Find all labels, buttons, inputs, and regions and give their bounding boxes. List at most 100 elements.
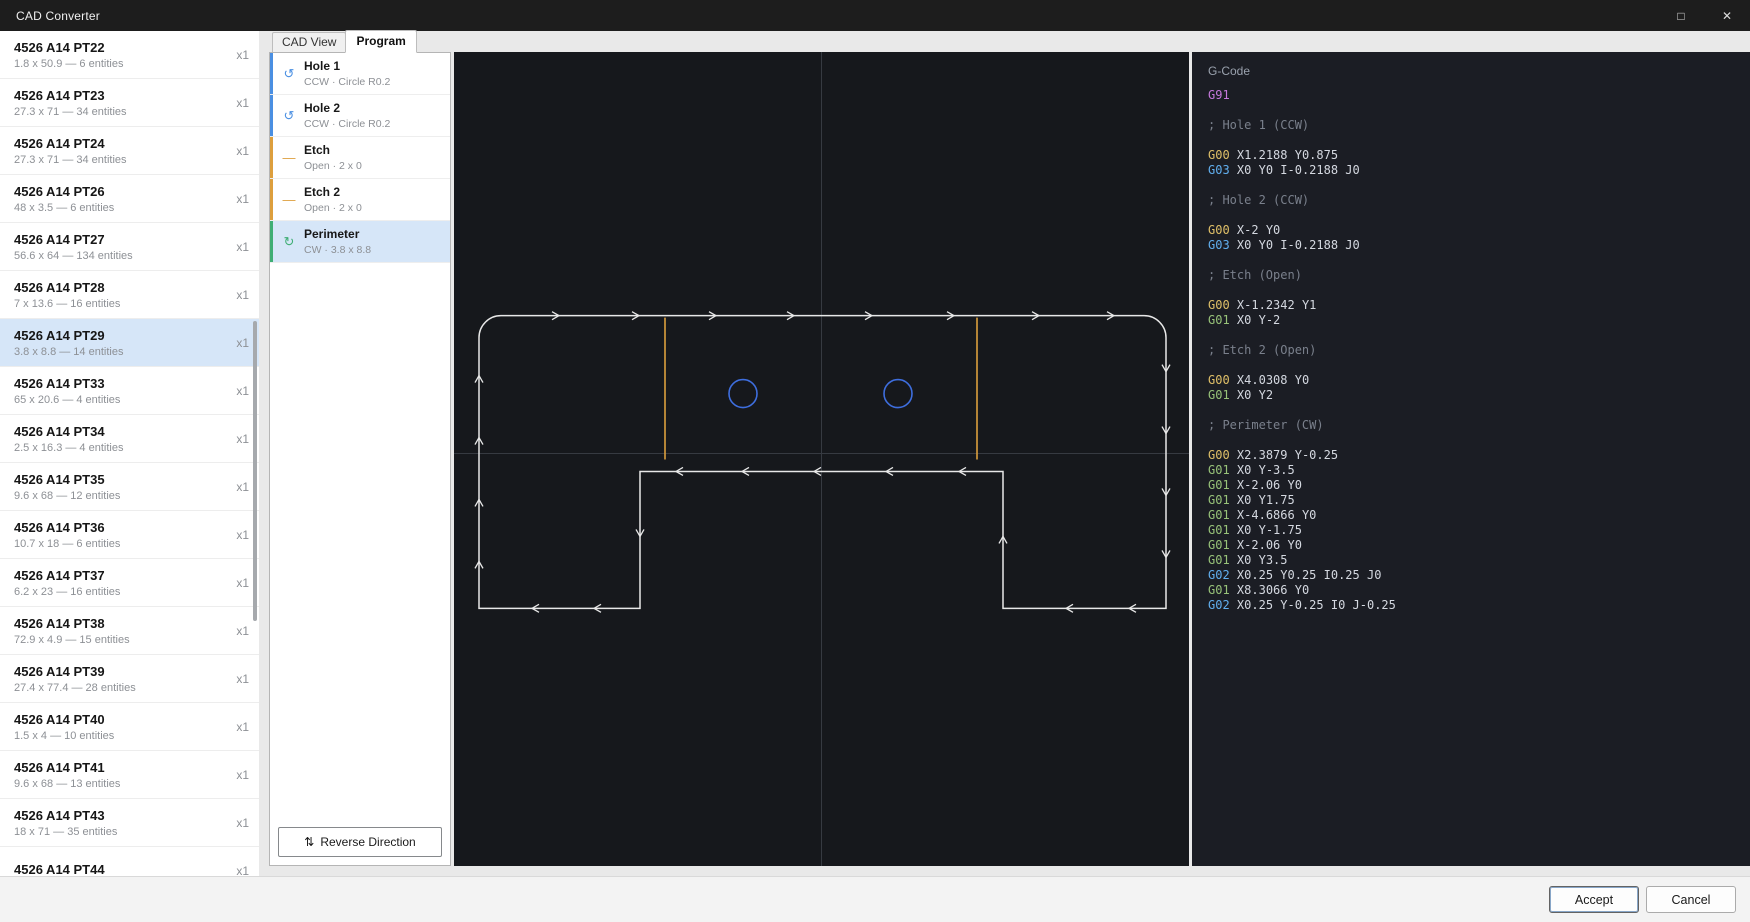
operation-detail: CCW · Circle R0.2 <box>304 76 390 88</box>
gcode-line: ; Hole 1 (CCW) <box>1208 118 1734 133</box>
gcode-line: G01 X-2.06 Y0 <box>1208 478 1734 493</box>
part-item[interactable]: 4526 A14 PT29 3.8 x 8.8 — 14 entities x1 <box>0 319 259 367</box>
part-item[interactable]: 4526 A14 PT359.6 x 68 — 12 entitiesx1 <box>0 463 259 511</box>
gcode-line <box>1208 178 1734 193</box>
part-name: 4526 A14 PT29 <box>14 328 228 343</box>
part-item[interactable]: 4526 A14 PT3610.7 x 18 — 6 entitiesx1 <box>0 511 259 559</box>
gcode-line: G00 X-2 Y0 <box>1208 223 1734 238</box>
gcode-line: ; Hole 2 (CCW) <box>1208 193 1734 208</box>
gcode-lines: G91 ; Hole 1 (CCW) G00 X1.2188 Y0.875G03… <box>1208 88 1734 613</box>
part-detail: 27.3 x 71 — 34 entities <box>14 106 228 118</box>
operation-item[interactable]: ↺Hole 2CCW · Circle R0.2 <box>270 95 450 137</box>
window-controls: □ ✕ <box>1658 0 1750 31</box>
gcode-line: G00 X-1.2342 Y1 <box>1208 298 1734 313</box>
part-item[interactable]: 4526 A14 PT376.2 x 23 — 16 entitiesx1 <box>0 559 259 607</box>
part-quantity: x1 <box>236 96 249 110</box>
cancel-button[interactable]: Cancel <box>1646 886 1736 913</box>
gcode-line: G02 X0.25 Y-0.25 I0 J-0.25 <box>1208 598 1734 613</box>
part-quantity: x1 <box>236 672 249 686</box>
hole-circle-2 <box>884 380 912 408</box>
part-quantity: x1 <box>236 240 249 254</box>
gcode-line: G01 X0 Y-3.5 <box>1208 463 1734 478</box>
maximize-button[interactable]: □ <box>1658 0 1704 31</box>
operations-list: ↺Hole 1CCW · Circle R0.2 ↺ Hole 2 CCW · Cir… <box>270 53 450 819</box>
cad-canvas[interactable] <box>454 52 1189 866</box>
part-detail: 48 x 3.5 — 6 entities <box>14 202 228 214</box>
part-item[interactable]: 4526 A14 PT43 18 x 71 — 35 entities x1 <box>0 799 259 847</box>
part-detail: 56.6 x 64 — 134 entities <box>14 250 228 262</box>
line-icon: — <box>280 192 298 207</box>
gcode-line: G01 X-2.06 Y0 <box>1208 538 1734 553</box>
part-item[interactable]: 4526 A14 PT2648 x 3.5 — 6 entitiesx1 <box>0 175 259 223</box>
reverse-direction-button[interactable]: ⇅ Reverse Direction <box>278 827 442 857</box>
tab-cad-view[interactable]: CAD View <box>272 32 346 52</box>
part-detail: 3.8 x 8.8 — 14 entities <box>14 346 228 358</box>
part-name: 4526 A14 PT24 <box>14 136 228 151</box>
part-item[interactable]: 4526 A14 PT28 7 x 13.6 — 16 entities x1 <box>0 271 259 319</box>
part-item[interactable]: 4526 A14 PT27 56.6 x 64 — 134 entities x1 <box>0 223 259 271</box>
parts-scrollbar-thumb[interactable] <box>253 321 257 621</box>
part-detail: 1.8 x 50.9 — 6 entities <box>14 58 228 70</box>
part-detail: 7 x 13.6 — 16 entities <box>14 298 228 310</box>
part-quantity: x1 <box>236 816 249 830</box>
operation-detail: Open · 2 x 0 <box>304 160 362 172</box>
part-item[interactable]: 4526 A14 PT23 27.3 x 71 — 34 entities x1 <box>0 79 259 127</box>
accept-button[interactable]: Accept <box>1549 886 1639 913</box>
part-name: 4526 A14 PT27 <box>14 232 228 247</box>
part-quantity: x1 <box>236 480 249 494</box>
part-item[interactable]: 4526 A14 PT44x1 <box>0 847 259 876</box>
main-area: 4526 A14 PT221.8 x 50.9 — 6 entitiesx145… <box>0 31 1750 876</box>
gcode-panel[interactable]: G-Code G91 ; Hole 1 (CCW) G00 X1.2188 Y0… <box>1192 52 1750 866</box>
operation-item[interactable]: —Etch 2Open · 2 x 0 <box>270 179 450 221</box>
operations-column: CAD View Program ↺Hole 1CCW · Circle R0.… <box>269 31 451 866</box>
gcode-line: G03 X0 Y0 I-0.2188 J0 <box>1208 163 1734 178</box>
part-name: 4526 A14 PT26 <box>14 184 228 199</box>
line-icon: — <box>280 150 298 165</box>
part-name: 4526 A14 PT23 <box>14 88 228 103</box>
ccw-arrow-icon: ↺ <box>280 108 298 124</box>
part-item[interactable]: 4526 A14 PT3927.4 x 77.4 — 28 entitiesx1 <box>0 655 259 703</box>
part-item[interactable]: 4526 A14 PT342.5 x 16.3 — 4 entitiesx1 <box>0 415 259 463</box>
tab-program[interactable]: Program <box>345 30 416 53</box>
part-item[interactable]: 4526 A14 PT419.6 x 68 — 13 entitiesx1 <box>0 751 259 799</box>
part-quantity: x1 <box>236 288 249 302</box>
part-quantity: x1 <box>236 432 249 446</box>
gcode-line <box>1208 433 1734 448</box>
part-item[interactable]: 4526 A14 PT24 27.3 x 71 — 34 entities x1 <box>0 127 259 175</box>
operation-name: Perimeter <box>304 228 371 241</box>
part-detail: 18 x 71 — 35 entities <box>14 826 228 838</box>
titlebar[interactable]: CAD Converter □ ✕ <box>0 0 1750 31</box>
close-icon: ✕ <box>1722 9 1732 23</box>
part-detail: 6.2 x 23 — 16 entities <box>14 586 228 598</box>
part-item[interactable]: 4526 A14 PT3365 x 20.6 — 4 entitiesx1 <box>0 367 259 415</box>
gcode-line: G91 <box>1208 88 1734 103</box>
gcode-line: G01 X8.3066 Y0 <box>1208 583 1734 598</box>
part-detail: 10.7 x 18 — 6 entities <box>14 538 228 550</box>
hole-circle-1 <box>729 380 757 408</box>
part-item[interactable]: 4526 A14 PT3872.9 x 4.9 — 15 entitiesx1 <box>0 607 259 655</box>
close-button[interactable]: ✕ <box>1704 0 1750 31</box>
part-detail: 9.6 x 68 — 12 entities <box>14 490 228 502</box>
gcode-line <box>1208 328 1734 343</box>
operation-item[interactable]: —EtchOpen · 2 x 0 <box>270 137 450 179</box>
part-detail: 1.5 x 4 — 10 entities <box>14 730 228 742</box>
part-name: 4526 A14 PT44 <box>14 862 228 877</box>
part-quantity: x1 <box>236 576 249 590</box>
operation-item[interactable]: ↺Hole 1CCW · Circle R0.2 <box>270 53 450 95</box>
app-window: CAD Converter □ ✕ 4526 A14 PT221.8 x 50.… <box>0 0 1750 922</box>
part-quantity: x1 <box>236 336 249 350</box>
part-name: 4526 A14 PT28 <box>14 280 228 295</box>
part-item[interactable]: 4526 A14 PT401.5 x 4 — 10 entitiesx1 <box>0 703 259 751</box>
gcode-line: ; Etch (Open) <box>1208 268 1734 283</box>
part-name: 4526 A14 PT34 <box>14 424 228 439</box>
gcode-line <box>1208 403 1734 418</box>
part-quantity: x1 <box>236 144 249 158</box>
operation-item[interactable]: ↻PerimeterCW · 3.8 x 8.8 <box>270 221 450 263</box>
part-item[interactable]: 4526 A14 PT221.8 x 50.9 — 6 entitiesx1 <box>0 31 259 79</box>
part-quantity: x1 <box>236 528 249 542</box>
footer-bar: Accept Cancel <box>0 876 1750 922</box>
reverse-direction-label: Reverse Direction <box>320 835 415 849</box>
part-detail: 27.3 x 71 — 34 entities <box>14 154 228 166</box>
operation-name: Hole 2 <box>304 102 390 115</box>
part-name: 4526 A14 PT43 <box>14 808 228 823</box>
